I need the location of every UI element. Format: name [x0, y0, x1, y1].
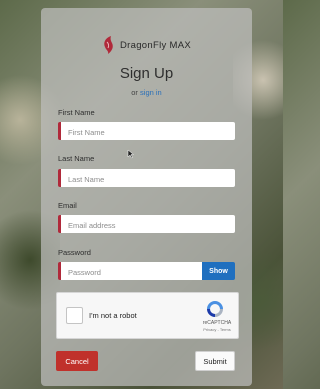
password-input[interactable]: [61, 263, 202, 282]
first-name-label: First Name: [58, 108, 95, 117]
email-label: Email: [58, 201, 77, 210]
recaptcha-icon: [207, 301, 223, 317]
last-name-field: [58, 169, 235, 189]
dragonfly-logo-icon: [104, 36, 113, 54]
recaptcha-brand: reCAPTCHA: [202, 320, 232, 326]
email-input[interactable]: [61, 216, 235, 235]
show-password-button[interactable]: Show: [202, 262, 235, 280]
recaptcha-widget: I'm not a robot reCAPTCHA Privacy - Term…: [56, 292, 239, 339]
email-field: [58, 215, 235, 235]
brand-header: DragonFly MAX: [41, 33, 252, 57]
mouse-cursor-icon: [127, 149, 135, 159]
submit-button[interactable]: Submit: [195, 351, 235, 371]
signin-row: or sign in: [41, 88, 252, 97]
signin-prefix: or: [131, 88, 138, 97]
password-field: [58, 262, 202, 282]
signin-link[interactable]: sign in: [140, 88, 162, 97]
captcha-label: I'm not a robot: [89, 311, 137, 320]
password-label: Password: [58, 248, 91, 257]
cancel-button[interactable]: Cancel: [56, 351, 98, 371]
captcha-checkbox[interactable]: [66, 307, 83, 324]
page-title: Sign Up: [119, 65, 174, 82]
last-name-input[interactable]: [61, 170, 235, 189]
first-name-input[interactable]: [61, 123, 235, 142]
brand-name: DragonFly MAX: [120, 39, 191, 51]
last-name-label: Last Name: [58, 154, 95, 163]
recaptcha-links[interactable]: Privacy - Terms: [195, 327, 239, 332]
first-name-field: [58, 122, 235, 142]
signup-card: DragonFly MAX Sign Up or sign in First N…: [41, 8, 252, 386]
